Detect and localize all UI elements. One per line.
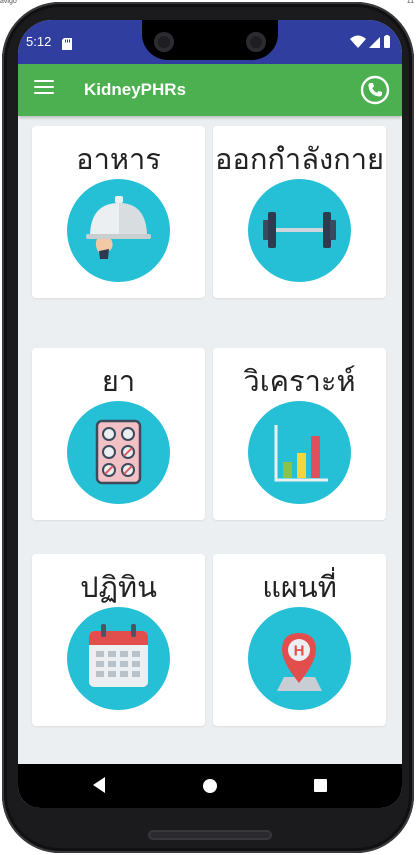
phone-screen: 5:12 KidneyPHRs อาหาร ออกกำลังกาย ยา วิเ…	[18, 20, 402, 808]
bar-chart-icon	[248, 401, 351, 504]
app-bar: KidneyPHRs	[18, 64, 402, 116]
card-label-medicine: ยา	[101, 364, 136, 398]
phone-call-icon[interactable]	[360, 75, 390, 105]
status-bar: 5:12	[18, 20, 402, 64]
system-nav-bar	[18, 764, 402, 808]
wifi-icon	[350, 35, 366, 48]
card-label-calendar: ปฏิทิน	[80, 570, 157, 604]
card-label-map: แผนที่	[262, 570, 337, 604]
back-icon[interactable]	[91, 776, 107, 798]
pill-pack-icon	[67, 401, 170, 504]
card-label-analysis: วิเคราะห์	[243, 364, 356, 398]
svg-text:H: H	[294, 643, 305, 660]
menu-card-analysis[interactable]: วิเคราะห์	[213, 348, 386, 520]
food-tray-icon	[67, 179, 170, 282]
browser-strip-left-text: avigo	[0, 0, 17, 5]
battery-icon	[384, 35, 390, 48]
camera-notch	[142, 20, 278, 60]
menu-card-food[interactable]: อาหาร	[32, 126, 205, 298]
menu-card-calendar[interactable]: ปฏิทิน	[32, 554, 205, 726]
system-icons	[350, 34, 392, 53]
menu-card-map[interactable]: แผนที่ H	[213, 554, 386, 726]
camera-lens-icon	[154, 32, 174, 52]
menu-card-exercise[interactable]: ออกกำลังกาย	[213, 126, 386, 298]
sensor-lens-icon	[246, 32, 266, 52]
signal-icon	[369, 37, 380, 48]
card-label-food: อาหาร	[76, 142, 161, 176]
speaker-grille	[148, 830, 272, 840]
status-time: 5:12	[26, 34, 52, 49]
hamburger-menu-icon[interactable]	[34, 80, 54, 100]
app-title: KidneyPHRs	[84, 80, 187, 99]
recents-icon[interactable]	[313, 778, 328, 797]
card-label-exercise: ออกกำลังกาย	[214, 142, 384, 176]
dumbbell-icon	[248, 179, 351, 282]
phone-frame: 5:12 KidneyPHRs อาหาร ออกกำลังกาย ยา วิเ…	[2, 2, 414, 853]
calendar-icon	[67, 607, 170, 710]
menu-card-medicine[interactable]: ยา	[32, 348, 205, 520]
browser-strip-right-text: 11	[406, 0, 414, 5]
sd-card-icon	[62, 35, 72, 54]
hospital-map-pin-icon: H	[248, 607, 351, 710]
home-icon[interactable]	[202, 778, 218, 798]
